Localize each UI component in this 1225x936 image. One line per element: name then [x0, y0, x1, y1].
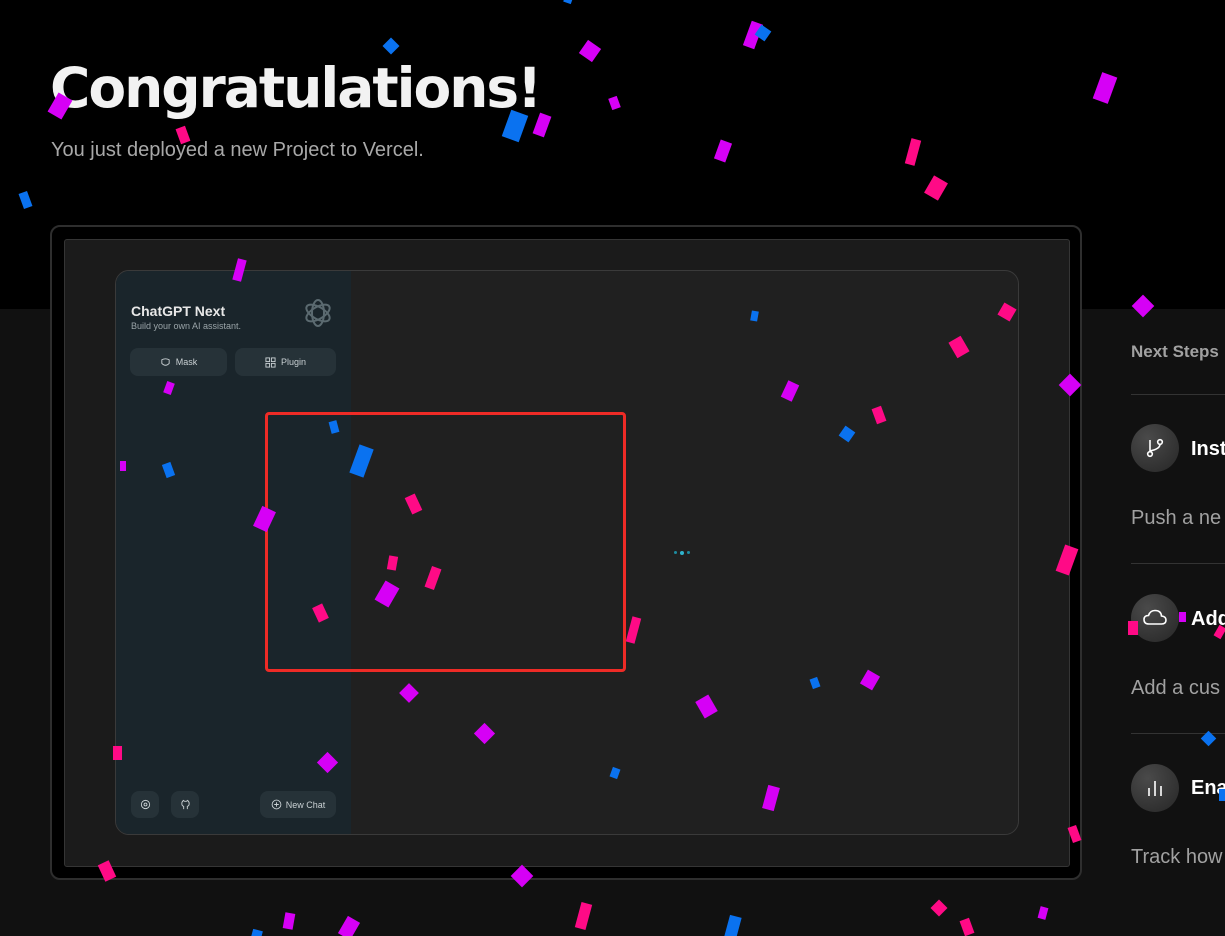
confetti-piece	[574, 902, 592, 930]
settings-button[interactable]	[131, 791, 159, 818]
git-branch-icon	[1131, 424, 1179, 472]
next-steps-divider	[1131, 394, 1225, 395]
confetti-piece	[1178, 612, 1186, 622]
next-step-desc-3: Track how	[1131, 846, 1223, 868]
loading-indicator	[674, 550, 690, 555]
plus-circle-icon	[271, 799, 282, 810]
plugin-grid-icon	[265, 356, 276, 368]
next-step-desc-2: Add a cus	[1131, 677, 1220, 699]
confetti-piece	[337, 915, 361, 936]
confetti-piece	[282, 912, 296, 930]
new-chat-button[interactable]: New Chat	[260, 791, 336, 818]
confetti-piece	[930, 899, 948, 917]
red-highlight-annotation	[265, 412, 626, 672]
github-button[interactable]	[171, 791, 199, 818]
confetti-piece	[1037, 906, 1049, 920]
confetti-piece	[724, 914, 742, 936]
next-step-label-3[interactable]: Ena	[1191, 777, 1225, 800]
settings-icon	[140, 799, 150, 810]
confetti-piece	[959, 917, 975, 936]
next-step-label-2[interactable]: Add	[1191, 608, 1225, 631]
chat-app-title: ChatGPT Next	[131, 303, 226, 319]
plugin-button[interactable]: Plugin	[235, 348, 336, 376]
mask-button[interactable]: Mask	[130, 348, 227, 376]
new-chat-label: New Chat	[285, 799, 326, 810]
github-icon	[180, 799, 190, 810]
confetti-piece	[251, 928, 263, 936]
next-steps-divider	[1131, 563, 1225, 564]
next-step-desc-1: Push a ne	[1131, 507, 1222, 529]
next-step-label-1[interactable]: Inst	[1191, 438, 1225, 461]
chat-app-subtitle: Build your own AI assistant.	[131, 321, 242, 331]
next-steps-divider	[1131, 733, 1225, 734]
plugin-button-label: Plugin	[280, 357, 307, 367]
mask-button-label: Mask	[175, 357, 198, 367]
page-title: Congratulations!	[50, 56, 542, 120]
cloud-icon	[1131, 594, 1179, 642]
mask-icon	[161, 357, 170, 366]
bar-chart-icon	[1131, 764, 1179, 812]
page-subtitle: You just deployed a new Project to Verce…	[51, 139, 424, 161]
next-steps-title: Next Steps	[1131, 342, 1219, 361]
openai-logo-icon	[305, 299, 331, 327]
